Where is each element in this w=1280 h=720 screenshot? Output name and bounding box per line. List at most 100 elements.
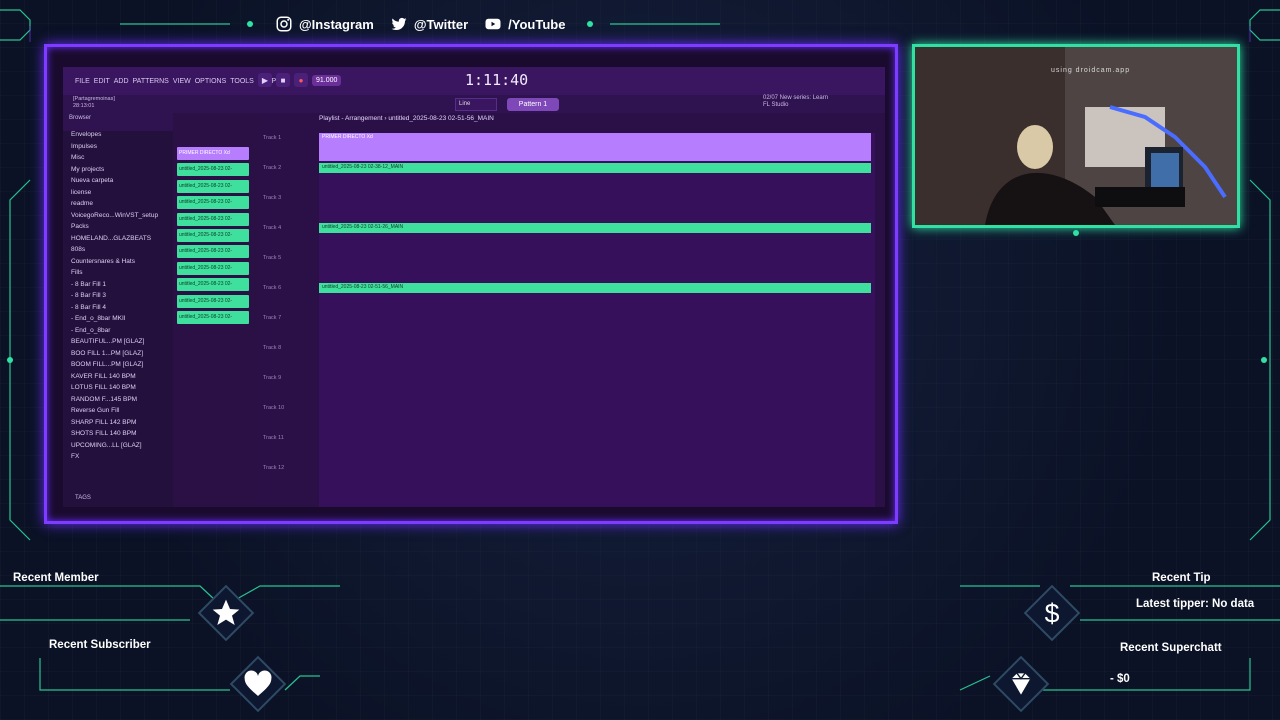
browser-item[interactable]: UPCOMING...LL [GLAZ]	[71, 442, 173, 454]
channel-button[interactable]: untitled_2025-08-23 02-	[177, 212, 249, 226]
browser-item[interactable]: Nueva carpeta	[71, 177, 173, 189]
track-header[interactable]: Track 10	[263, 405, 284, 411]
menu-tools[interactable]: TOOLS	[230, 78, 254, 85]
browser-item[interactable]: Misc	[71, 154, 173, 166]
svg-text:$: $	[1045, 598, 1060, 628]
browser-item[interactable]: readme	[71, 200, 173, 212]
twitter-label: @Twitter	[413, 16, 469, 32]
browser-item[interactable]: LOTUS FILL 140 BPM	[71, 384, 173, 396]
channel-button[interactable]: untitled_2025-08-23 02-	[177, 228, 249, 242]
dollar-icon: $	[1045, 598, 1060, 628]
recent-tip-value: Latest tipper: No data	[1136, 598, 1255, 610]
channel-button[interactable]: PRIMER DIRECTO Xd	[177, 147, 249, 160]
tempo-display[interactable]: 91.000	[312, 74, 342, 86]
heart-icon	[244, 670, 272, 696]
browser-item[interactable]: FX	[71, 453, 173, 465]
channel-button[interactable]: untitled_2025-08-23 02-	[177, 245, 249, 259]
clip-audio-primer[interactable]: PRIMER DIRECTO Xd	[319, 133, 871, 161]
playlist-title: Playlist - Arrangement › untitled_2025-0…	[319, 115, 494, 122]
arrangement-area[interactable]: PRIMER DIRECTO Xd untitled_2025-08-23 02…	[319, 133, 875, 507]
browser-item[interactable]: - End_o_8bar	[71, 327, 173, 339]
play-button[interactable]: ▶	[258, 73, 272, 87]
menu-edit[interactable]: EDIT	[94, 78, 110, 85]
browser-item[interactable]: BOOM FILL...PM [GLAZ]	[71, 361, 173, 373]
menu-file[interactable]: FILE	[75, 78, 90, 85]
hint-line-2: FL Studio	[763, 102, 789, 108]
channel-button[interactable]: untitled_2025-08-23 02-	[177, 294, 249, 308]
browser-item[interactable]: Countersnares & Hats	[71, 258, 173, 270]
track-header[interactable]: Track 2	[263, 165, 281, 171]
channel-rack: PRIMER DIRECTO Xd untitled_2025-08-23 02-…	[177, 147, 249, 327]
clip-label: untitled_2025-08-23 02-51-56_MAIN	[322, 284, 404, 290]
track-header[interactable]: Track 5	[263, 255, 281, 261]
menu-options[interactable]: OPTIONS	[195, 78, 227, 85]
fl-studio-window: FILE EDIT ADD PATTERNS VIEW OPTIONS TOOL…	[63, 67, 885, 507]
browser-item[interactable]: Envelopes	[71, 131, 173, 143]
browser-item[interactable]: VoicegoReco...WinVST_setup	[71, 212, 173, 224]
track-header[interactable]: Track 1	[263, 135, 281, 141]
pattern-select[interactable]: Pattern 1	[507, 98, 559, 111]
browser-item[interactable]: BOO FILL 1...PM [GLAZ]	[71, 350, 173, 362]
instagram-link[interactable]: @Instagram	[275, 15, 374, 33]
clip-track-6[interactable]: untitled_2025-08-23 02-51-56_MAIN	[319, 283, 871, 293]
browser-item[interactable]: Fills	[71, 269, 173, 281]
browser-item[interactable]: - 8 Bar Fill 3	[71, 292, 173, 304]
dollar-icon-wrap: $	[1032, 593, 1072, 633]
star-icon	[212, 599, 240, 625]
menu-add[interactable]: ADD	[114, 78, 129, 85]
track-header[interactable]: Track 3	[263, 195, 281, 201]
twitter-link[interactable]: @Twitter	[390, 15, 468, 33]
browser-item[interactable]: My projects	[71, 166, 173, 178]
social-bar: @Instagram @Twitter /YouTube	[275, 14, 565, 34]
browser-item[interactable]: Packs	[71, 223, 173, 235]
browser-item[interactable]: HOMELAND...GLAZBEATS	[71, 235, 173, 247]
record-button[interactable]: ●	[294, 73, 308, 87]
recent-subscriber-title: Recent Subscriber	[49, 639, 151, 651]
tags-label: TAGS	[75, 495, 91, 501]
channel-button[interactable]: untitled_2025-08-23 02-	[177, 163, 249, 177]
browser-item[interactable]: 808s	[71, 246, 173, 258]
menu-patterns[interactable]: PATTERNS	[133, 78, 169, 85]
menu-view[interactable]: VIEW	[173, 78, 191, 85]
browser-item[interactable]: BEAUTIFUL...PM [GLAZ]	[71, 338, 173, 350]
browser-item[interactable]: RANDOM F...145 BPM	[71, 396, 173, 408]
recent-tip-title: Recent Tip	[1152, 572, 1211, 584]
webcam-caption: using droidcam.app	[1051, 67, 1131, 74]
youtube-link[interactable]: /YouTube	[484, 15, 565, 33]
channel-button[interactable]: untitled_2025-08-23 02-	[177, 179, 249, 193]
browser-header: Browser	[63, 113, 173, 131]
track-header[interactable]: Track 4	[263, 225, 281, 231]
track-header[interactable]: Track 12	[263, 465, 284, 471]
recent-superchat-title: Recent Superchatt	[1120, 642, 1222, 654]
browser-item[interactable]: SHARP FILL 142 BPM	[71, 419, 173, 431]
track-header[interactable]: Track 11	[263, 435, 284, 441]
daw-window-frame: FILE EDIT ADD PATTERNS VIEW OPTIONS TOOL…	[44, 44, 898, 524]
browser-item[interactable]: - End_o_8bar MKII	[71, 315, 173, 327]
browser-item[interactable]: Impulses	[71, 143, 173, 155]
channel-button[interactable]: untitled_2025-08-23 02-	[177, 278, 249, 292]
channel-button[interactable]: untitled_2025-08-23 02-	[177, 310, 249, 324]
browser-item[interactable]: Reverse Gun Fill	[71, 407, 173, 419]
youtube-label: /YouTube	[508, 16, 566, 32]
instagram-icon	[276, 16, 292, 32]
browser-item[interactable]: - 8 Bar Fill 1	[71, 281, 173, 293]
clip-label: PRIMER DIRECTO Xd	[322, 134, 373, 140]
project-info: [Partagremoinas] 28:13:01	[73, 96, 115, 110]
clip-label: untitled_2025-08-23 02-38-12_MAIN	[322, 164, 404, 170]
browser-item[interactable]: SHOTS FILL 140 BPM	[71, 430, 173, 442]
hint-line-1: 02/07 New series: Learn	[763, 95, 829, 101]
snap-select[interactable]: Line	[455, 98, 497, 111]
track-header[interactable]: Track 9	[263, 375, 281, 381]
channel-button[interactable]: untitled_2025-08-23 02-	[177, 196, 249, 210]
channel-button[interactable]: untitled_2025-08-23 02-	[177, 261, 249, 275]
browser-item[interactable]: - 8 Bar Fill 4	[71, 304, 173, 316]
track-header[interactable]: Track 8	[263, 345, 281, 351]
clip-track-4[interactable]: untitled_2025-08-23 02-51-26_MAIN	[319, 223, 871, 233]
track-header[interactable]: Track 6	[263, 285, 281, 291]
track-header[interactable]: Track 7	[263, 315, 281, 321]
clip-track-2[interactable]: untitled_2025-08-23 02-38-12_MAIN	[319, 163, 871, 173]
stop-button[interactable]: ■	[276, 73, 290, 87]
browser-item[interactable]: license	[71, 189, 173, 201]
heart-icon-wrap	[238, 664, 278, 704]
browser-item[interactable]: KAVER FILL 140 BPM	[71, 373, 173, 385]
